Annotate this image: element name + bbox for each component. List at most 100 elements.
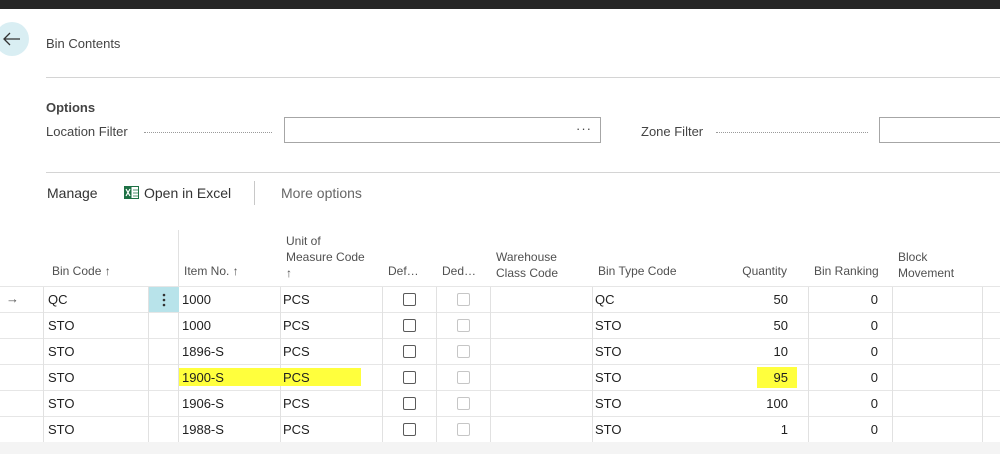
- cell-item-no[interactable]: 1900-S: [182, 370, 224, 386]
- arrow-left-icon: [3, 32, 20, 46]
- header-divider: [46, 77, 1000, 78]
- location-filter-input[interactable]: ···: [284, 117, 601, 143]
- cell-bin-type[interactable]: STO: [595, 396, 622, 412]
- cell-bin-code[interactable]: QC: [48, 292, 68, 308]
- page-title: Bin Contents: [46, 36, 121, 51]
- cell-uom[interactable]: PCS: [283, 318, 310, 334]
- default-checkbox[interactable]: [403, 319, 416, 332]
- col-uom-line1: Unit of: [286, 234, 321, 248]
- cell-bin-ranking[interactable]: 0: [812, 422, 878, 438]
- grid-col-line: [808, 287, 809, 442]
- header-separator: [178, 230, 179, 287]
- default-checkbox[interactable]: [403, 371, 416, 384]
- col-uom-line2: Measure Code: [286, 250, 365, 264]
- cell-quantity[interactable]: 50: [700, 318, 788, 334]
- col-bin-ranking[interactable]: Bin Ranking: [814, 263, 879, 279]
- cell-bin-ranking[interactable]: 0: [812, 396, 878, 412]
- col-quantity[interactable]: Quantity: [700, 263, 787, 279]
- grid-col-line: [982, 287, 983, 442]
- default-checkbox[interactable]: [403, 397, 416, 410]
- dedicated-checkbox: [457, 371, 470, 384]
- cell-bin-ranking[interactable]: 0: [812, 344, 878, 360]
- default-checkbox[interactable]: [403, 293, 416, 306]
- open-in-excel-button[interactable]: Open in Excel: [144, 185, 231, 201]
- grid-row-line: [0, 416, 1000, 417]
- grid-col-line: [43, 287, 44, 442]
- options-divider: [46, 172, 1000, 173]
- default-checkbox[interactable]: [403, 423, 416, 436]
- location-filter-leader: [144, 132, 272, 133]
- cell-bin-code[interactable]: STO: [48, 422, 75, 438]
- grid-row-line: [0, 364, 1000, 365]
- zone-filter-leader: [716, 132, 868, 133]
- dedicated-checkbox: [457, 397, 470, 410]
- manage-menu[interactable]: Manage: [47, 185, 98, 201]
- cell-bin-code[interactable]: STO: [48, 344, 75, 360]
- cell-bin-code[interactable]: STO: [48, 370, 75, 386]
- cell-bin-type[interactable]: STO: [595, 318, 622, 334]
- grid-col-line: [382, 287, 383, 442]
- cell-uom[interactable]: PCS: [283, 396, 310, 412]
- col-unit-of-measure[interactable]: Unit of Measure Code ↑: [286, 233, 365, 281]
- col-dedicated[interactable]: Ded…: [442, 263, 476, 279]
- cell-quantity[interactable]: 1: [700, 422, 788, 438]
- cell-item-no[interactable]: 1896-S: [182, 344, 224, 360]
- cell-item-no[interactable]: 1988-S: [182, 422, 224, 438]
- col-block-movement[interactable]: Block Movement: [898, 249, 954, 281]
- cell-bin-code[interactable]: STO: [48, 396, 75, 412]
- cell-bin-type[interactable]: STO: [595, 344, 622, 360]
- col-bin-type-code[interactable]: Bin Type Code: [598, 263, 677, 279]
- grid-row-line: [0, 312, 1000, 313]
- cell-quantity[interactable]: 50: [700, 292, 788, 308]
- grid-col-line: [592, 287, 593, 442]
- dedicated-checkbox: [457, 319, 470, 332]
- actionbar-separator: [254, 181, 255, 205]
- cell-item-no[interactable]: 1000: [182, 292, 211, 308]
- cell-bin-code[interactable]: STO: [48, 318, 75, 334]
- cell-quantity[interactable]: 10: [700, 344, 788, 360]
- dedicated-checkbox: [457, 293, 470, 306]
- current-row-arrow-icon: →: [6, 291, 19, 306]
- cell-bin-type[interactable]: STO: [595, 422, 622, 438]
- default-checkbox[interactable]: [403, 345, 416, 358]
- location-filter-label: Location Filter: [46, 124, 128, 139]
- cell-bin-ranking[interactable]: 0: [812, 370, 878, 386]
- cell-quantity[interactable]: 95: [700, 370, 788, 386]
- cell-quantity[interactable]: 100: [700, 396, 788, 412]
- col-default[interactable]: Def…: [388, 263, 419, 279]
- excel-icon: [124, 186, 139, 199]
- cell-item-no[interactable]: 1906-S: [182, 396, 224, 412]
- cell-bin-type[interactable]: QC: [595, 292, 615, 308]
- row-actions-button[interactable]: [149, 287, 179, 312]
- col-bin-code[interactable]: Bin Code ↑: [52, 263, 111, 279]
- cell-item-no[interactable]: 1000: [182, 318, 211, 334]
- cell-uom[interactable]: PCS: [283, 370, 310, 386]
- col-item-no[interactable]: Item No. ↑: [184, 263, 239, 279]
- grid-col-line: [490, 287, 491, 442]
- top-bar: [0, 0, 1000, 9]
- cell-uom[interactable]: PCS: [283, 422, 310, 438]
- grid-row-line: [0, 390, 1000, 391]
- col-block-line2: Movement: [898, 266, 955, 280]
- grid-col-line: [892, 287, 893, 442]
- back-button[interactable]: [0, 22, 29, 56]
- grid-col-line: [280, 287, 281, 442]
- dedicated-checkbox: [457, 345, 470, 358]
- cell-uom[interactable]: PCS: [283, 292, 310, 308]
- more-options-button[interactable]: More options: [281, 185, 362, 201]
- cell-bin-ranking[interactable]: 0: [812, 318, 878, 334]
- col-block-line1: Block: [898, 250, 928, 264]
- grid-row-line: [0, 338, 1000, 339]
- cell-uom[interactable]: PCS: [283, 344, 310, 360]
- cell-bin-ranking[interactable]: 0: [812, 292, 878, 308]
- zone-filter-label: Zone Filter: [641, 124, 704, 139]
- col-wh-line1: Warehouse: [496, 250, 557, 264]
- col-wh-line2: Class Code: [496, 266, 559, 280]
- col-warehouse-class-code[interactable]: Warehouse Class Code: [496, 249, 558, 281]
- grid-col-line: [436, 287, 437, 442]
- zone-filter-input[interactable]: [879, 117, 1000, 143]
- lookup-ellipsis-icon[interactable]: ···: [576, 121, 592, 136]
- cell-bin-type[interactable]: STO: [595, 370, 622, 386]
- col-uom-sort: ↑: [286, 266, 292, 280]
- options-heading: Options: [46, 100, 96, 115]
